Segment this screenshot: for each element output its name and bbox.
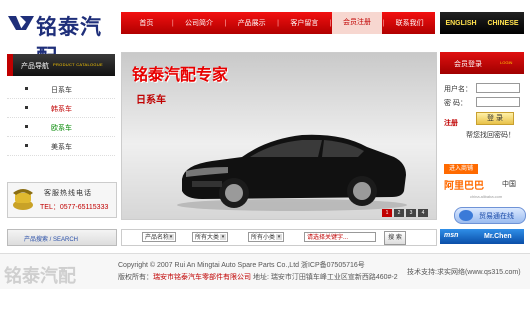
hotline-box: 客服热线电话 TEL：0577-65115333: [7, 182, 117, 218]
hero-banner[interactable]: 铭泰汽配专家 日系车 1 2 3 4: [121, 52, 437, 220]
product-search-bar: 产品名称 ▾ 所有大类 ▾ 所有小类 ▾ 请选择关键字... 搜 索: [121, 229, 437, 246]
bullet-icon: [25, 144, 28, 147]
catalog-item-korean[interactable]: 韩系车: [7, 99, 115, 118]
username-input[interactable]: [476, 83, 520, 93]
keyword-input[interactable]: 请选择关键字...: [304, 232, 376, 242]
catalog-list: 日系车 韩系车 欧系车 美系车: [7, 80, 115, 156]
msn-name: Mr.Chen: [484, 233, 512, 240]
banner-page-1[interactable]: 1: [382, 209, 392, 217]
catalog-item-label: 日系车: [51, 87, 72, 94]
catalog-item-label: 韩系车: [51, 106, 72, 113]
enter-shop-button[interactable]: 进入商铺: [444, 164, 478, 174]
login-button[interactable]: 登 录: [476, 112, 514, 125]
login-form: 用户名： 密 码： 登 录 注册 帮您找回密码！: [440, 78, 524, 164]
lang-english[interactable]: ENGLISH: [445, 20, 476, 27]
site-logo[interactable]: 铭泰汽配: [6, 8, 116, 69]
category-select-value: 所有大类: [195, 235, 220, 241]
banner-subtitle: 日系车: [136, 95, 166, 106]
login-title: 会员登录: [454, 61, 482, 68]
catalog-item-label: 美系车: [51, 144, 72, 151]
username-label: 用户名：: [444, 86, 472, 93]
product-name-select-value: 产品名称: [145, 235, 170, 241]
catalog-item-american[interactable]: 美系车: [7, 137, 115, 156]
nav-messages[interactable]: 客户留言: [279, 18, 330, 28]
banner-title: 铭泰汽配专家: [132, 65, 229, 84]
alibaba-logo: 阿里巴巴: [444, 181, 484, 192]
forgot-password-link[interactable]: 帮您找回密码！: [466, 130, 515, 140]
nav-about[interactable]: 公司简介: [174, 18, 225, 28]
hotline-number: TEL：0577-65115333: [40, 204, 109, 211]
bullet-icon: [25, 87, 28, 90]
footer-tech-support[interactable]: 技术支持:求实网络(www.qs315.com): [407, 267, 521, 277]
bullet-icon: [25, 125, 28, 128]
footer: 铭泰汽配 Copyright © 2007 Rui An Mingtai Aut…: [0, 253, 530, 289]
alibaba-ad[interactable]: 进入商铺 阿里巴巴 中国 china.alibaba.com: [440, 164, 524, 204]
login-header: 会员登录 LOGIN: [440, 52, 524, 74]
subcategory-select[interactable]: 所有小类 ▾: [248, 232, 284, 242]
nav-products[interactable]: 产品展示: [226, 18, 277, 28]
main-nav: 首页 | 公司简介 | 产品展示 | 客户留言 | 会员注册 | 联系我们: [121, 12, 435, 34]
search-button[interactable]: 搜 索: [384, 231, 406, 245]
category-select[interactable]: 所有大类 ▾: [192, 232, 228, 242]
chevron-down-icon: ▾: [220, 234, 226, 240]
banner-page-4[interactable]: 4: [418, 209, 428, 217]
register-link[interactable]: 注册: [444, 118, 458, 128]
footer-logo: 铭泰汽配: [4, 266, 76, 287]
bullet-icon: [25, 106, 28, 109]
catalog-subtitle: PRODUCT CATALOGUE: [53, 62, 103, 67]
hotline-title: 客服热线电话: [44, 190, 92, 197]
footer-address: 地址: 瑞安市汀田镇车峰工业区宣新西路460#-2: [251, 274, 398, 281]
password-input[interactable]: [476, 97, 520, 107]
search-header-title: 产品搜索 / SEARCH: [24, 237, 79, 243]
trade-online-button[interactable]: 贸易通在线: [454, 207, 526, 224]
login-subtitle: LOGIN: [500, 60, 513, 65]
nav-home[interactable]: 首页: [121, 18, 172, 28]
catalog-item-label: 欧系车: [51, 125, 72, 132]
lang-chinese[interactable]: CHINESE: [487, 20, 518, 27]
trade-online-label: 贸易通在线: [479, 213, 514, 220]
telephone-icon: [13, 189, 33, 210]
chevron-down-icon: ▾: [276, 234, 282, 240]
trade-messenger-icon: [459, 210, 473, 221]
subcategory-select-value: 所有小类: [251, 235, 276, 241]
banner-pager: 1 2 3 4: [382, 209, 428, 217]
catalog-header: 产品导航 PRODUCT CATALOGUE: [7, 54, 115, 76]
catalog-item-european[interactable]: 欧系车: [7, 118, 115, 137]
nav-register[interactable]: 会员注册: [331, 12, 383, 34]
catalog-item-japanese[interactable]: 日系车: [7, 80, 115, 99]
catalog-header-accent: [7, 54, 13, 76]
banner-page-3[interactable]: 3: [406, 209, 416, 217]
language-switch: ENGLISH CHINESE: [440, 12, 524, 34]
footer-copyright: Copyright © 2007 Rui An Mingtai Auto Spa…: [118, 262, 365, 269]
chevron-down-icon: ▾: [168, 234, 174, 240]
alibaba-china-label: 中国: [502, 181, 516, 188]
search-header: 产品搜索 / SEARCH: [7, 229, 117, 246]
msn-contact[interactable]: msn Mr.Chen: [440, 229, 524, 244]
password-label: 密 码：: [444, 100, 467, 107]
car-image: [177, 134, 407, 211]
logo-mark-icon: [8, 16, 34, 30]
footer-owner-label: 版权所有：: [118, 274, 153, 281]
footer-owner-line: 版权所有：瑞安市铭泰汽车零部件有限公司 地址: 瑞安市汀田镇车峰工业区宣新西路4…: [118, 272, 398, 282]
catalog-title: 产品导航: [21, 63, 49, 70]
nav-contact[interactable]: 联系我们: [384, 18, 435, 28]
footer-owner: 瑞安市铭泰汽车零部件有限公司: [153, 274, 251, 281]
product-name-select[interactable]: 产品名称 ▾: [142, 232, 176, 242]
msn-logo: msn: [444, 232, 459, 239]
alibaba-url: china.alibaba.com: [470, 194, 503, 199]
banner-page-2[interactable]: 2: [394, 209, 404, 217]
